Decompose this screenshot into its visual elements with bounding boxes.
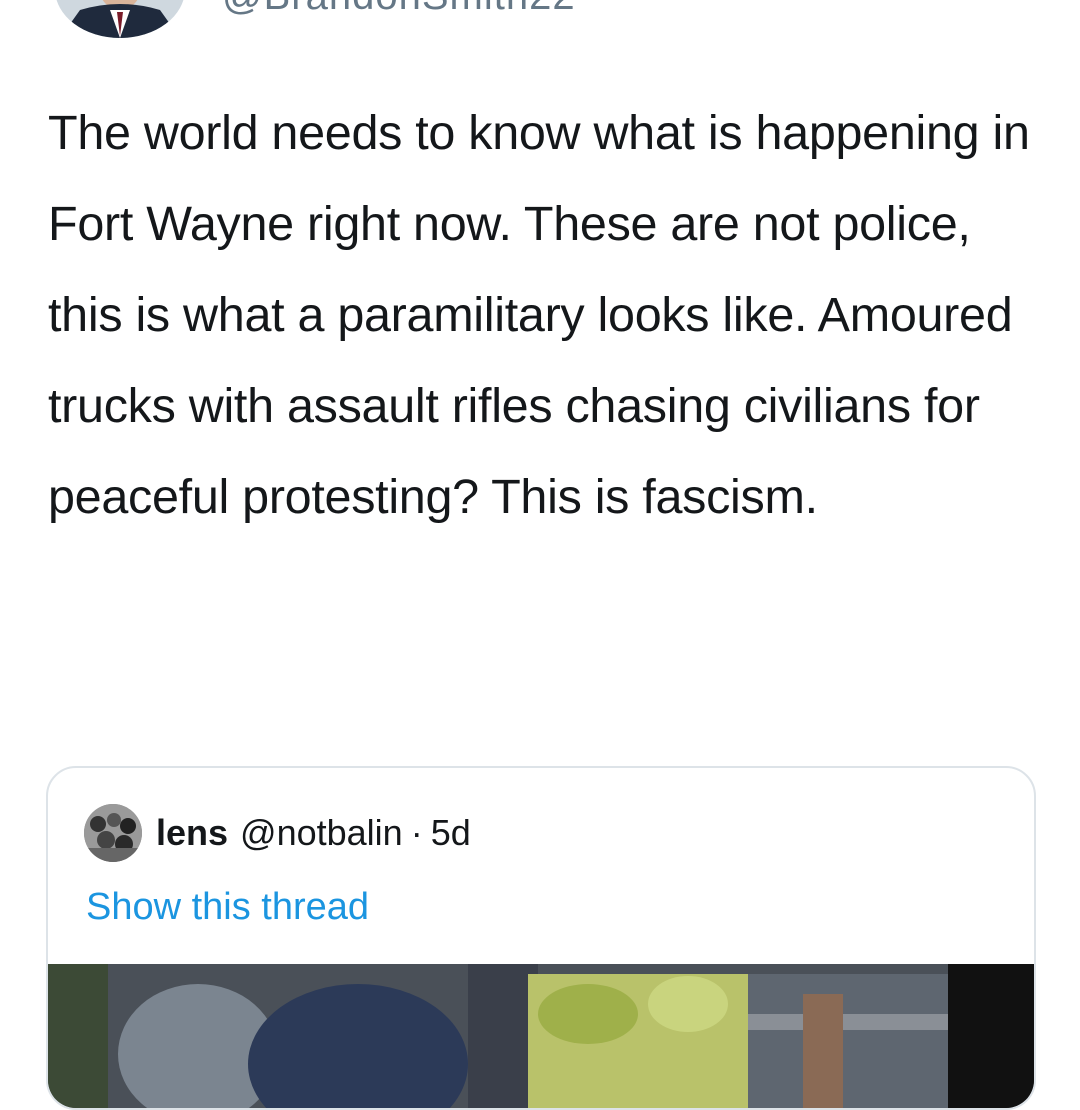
show-thread-link[interactable]: Show this thread bbox=[86, 886, 369, 929]
tweet-body: The world needs to know what is happenin… bbox=[48, 106, 1030, 524]
quoted-tweet-header: lens @notbalin · 5d bbox=[84, 802, 471, 864]
tweet-header: @BrandonSmith22 bbox=[0, 0, 1080, 60]
crowd-photo-icon bbox=[84, 804, 142, 862]
quoted-tweet-media[interactable] bbox=[48, 964, 1034, 1108]
quoted-author-name[interactable]: lens bbox=[156, 812, 228, 854]
quoted-author-handle[interactable]: @notbalin bbox=[240, 812, 403, 854]
quoted-tweet-card[interactable]: lens @notbalin · 5d Show this thread bbox=[46, 766, 1036, 1110]
author-handle[interactable]: @BrandonSmith22 bbox=[222, 0, 576, 19]
video-thumbnail-icon bbox=[48, 964, 1034, 1108]
author-avatar[interactable] bbox=[55, 0, 185, 38]
quoted-tweet-time[interactable]: 5d bbox=[431, 812, 471, 854]
separator-dot: · bbox=[410, 812, 423, 853]
profile-photo-icon bbox=[55, 0, 185, 38]
quoted-author-avatar[interactable] bbox=[84, 804, 142, 862]
